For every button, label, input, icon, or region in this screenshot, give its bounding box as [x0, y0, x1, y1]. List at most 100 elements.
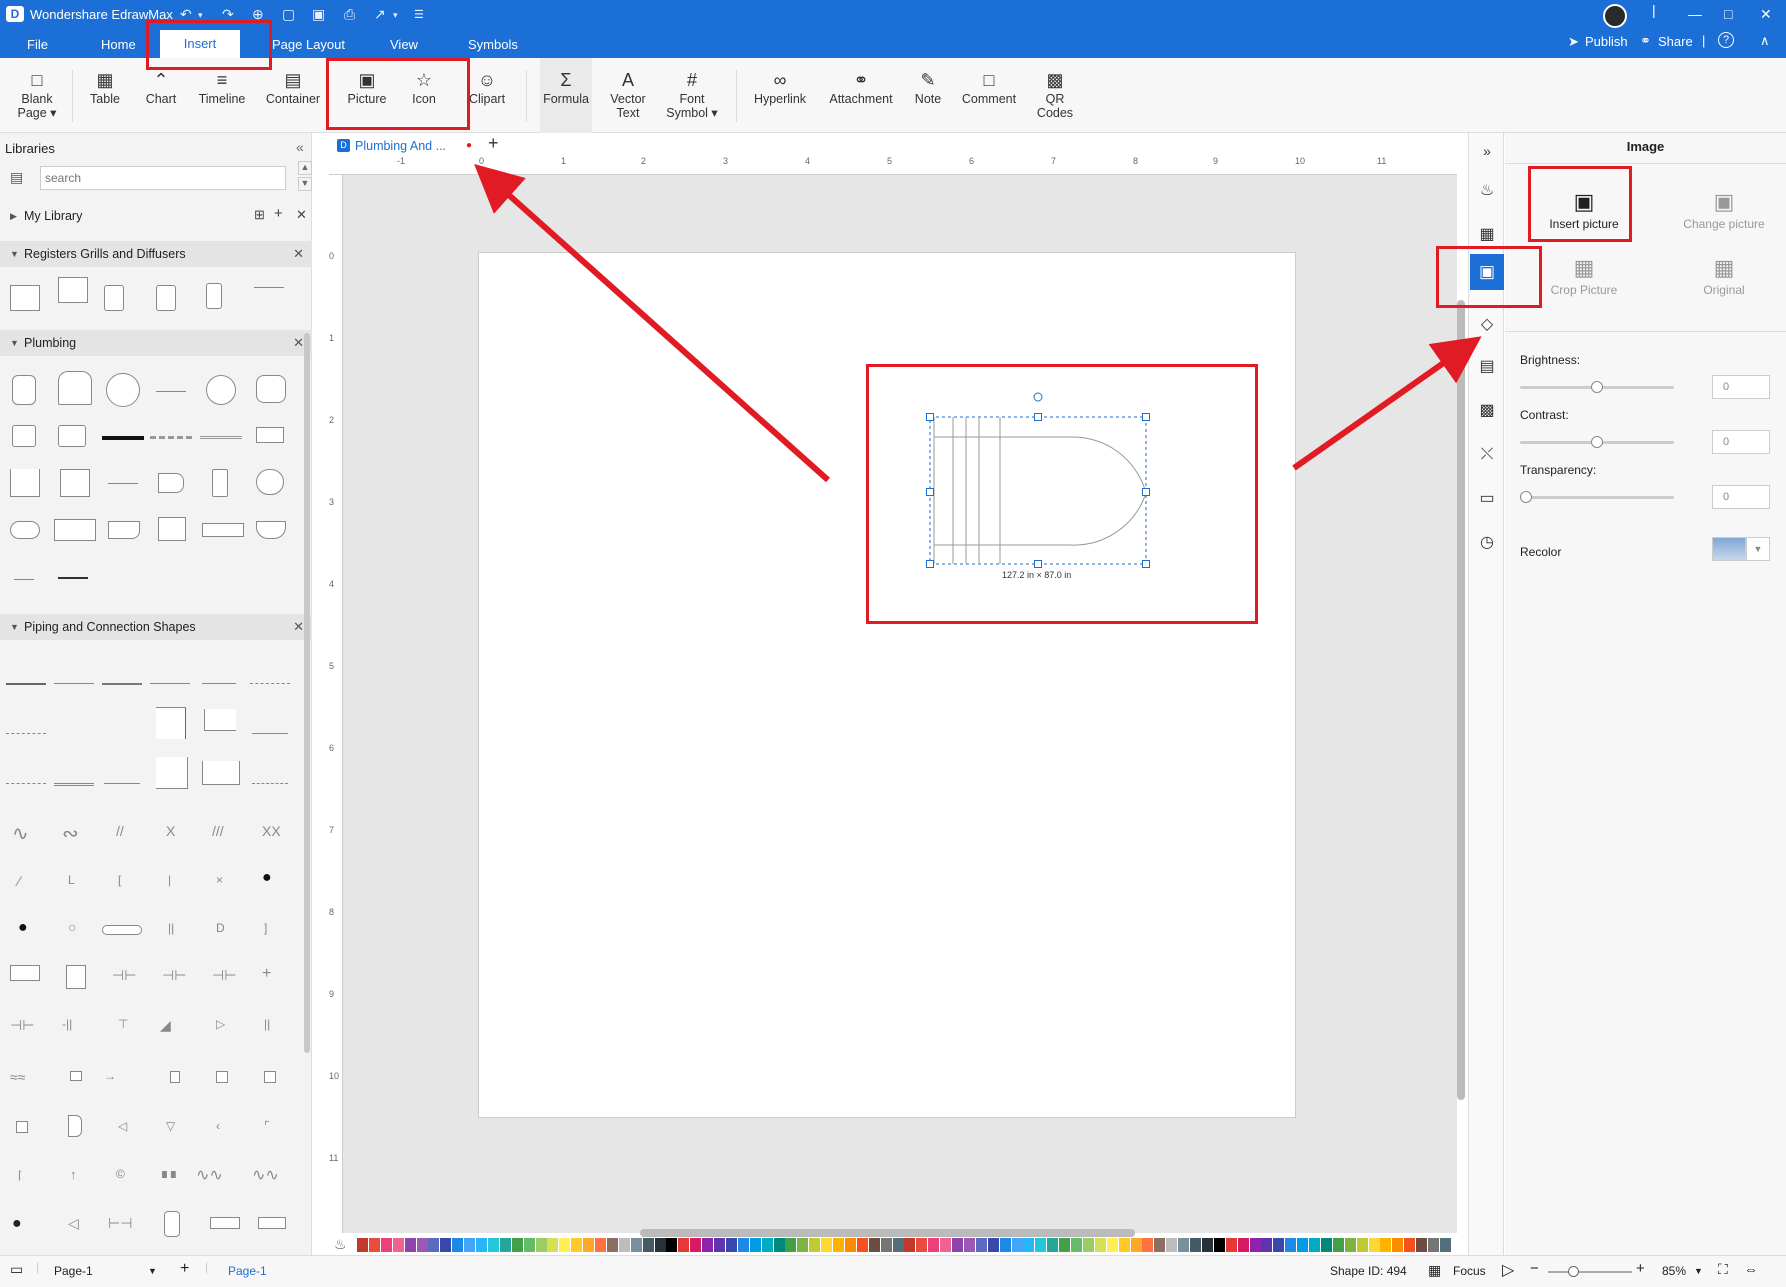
color-swatch[interactable]: [499, 1238, 511, 1252]
library-shape[interactable]: [258, 1217, 286, 1229]
resize-handle[interactable]: [1034, 560, 1042, 568]
print-icon[interactable]: ⎙: [344, 6, 355, 23]
color-swatch[interactable]: [928, 1238, 940, 1252]
color-swatch[interactable]: [1237, 1238, 1249, 1252]
color-swatch[interactable]: [1082, 1238, 1094, 1252]
library-shape[interactable]: [216, 1071, 228, 1083]
library-shape[interactable]: [16, 1121, 28, 1133]
zoom-level[interactable]: 85%: [1662, 1264, 1686, 1278]
customize-toolbar-icon[interactable]: ☰: [414, 8, 424, 21]
plug-icon[interactable]: ▷: [216, 1017, 225, 1031]
change-picture-button[interactable]: ▣ Change picture: [1669, 187, 1779, 231]
resize-handle[interactable]: [1142, 413, 1150, 421]
library-shape[interactable]: [108, 521, 140, 539]
horizontal-scrollbar[interactable]: [640, 1229, 1135, 1237]
color-swatch[interactable]: [595, 1238, 606, 1252]
library-shape[interactable]: [14, 579, 34, 580]
paint-bucket-icon[interactable]: ♨: [1475, 179, 1499, 203]
library-shape[interactable]: [10, 285, 40, 311]
search-box[interactable]: [40, 166, 286, 190]
layers-icon[interactable]: ◇: [1475, 313, 1499, 337]
library-shape[interactable]: [156, 285, 176, 311]
color-swatch[interactable]: [630, 1238, 642, 1252]
color-swatch[interactable]: [844, 1238, 856, 1252]
color-swatch[interactable]: [916, 1238, 928, 1252]
brightness-input[interactable]: 0: [1712, 375, 1770, 399]
library-shape[interactable]: [68, 1115, 82, 1137]
color-swatch[interactable]: [833, 1238, 844, 1252]
resize-handle[interactable]: [1142, 488, 1150, 496]
color-swatch[interactable]: [868, 1238, 880, 1252]
solid-dot-icon[interactable]: ●: [18, 919, 28, 937]
flange-icon[interactable]: ⊣⊢: [112, 967, 136, 984]
page-view-icon[interactable]: ▭: [10, 1261, 23, 1278]
color-swatch[interactable]: [523, 1238, 535, 1252]
library-shape[interactable]: [104, 285, 124, 311]
color-swatch[interactable]: [952, 1238, 963, 1252]
wedge-icon[interactable]: ◢: [160, 1017, 171, 1034]
color-swatch[interactable]: [1011, 1238, 1023, 1252]
menu-home[interactable]: Home: [101, 37, 136, 52]
menu-file[interactable]: File: [27, 37, 48, 52]
color-swatch[interactable]: [357, 1238, 368, 1252]
library-shape[interactable]: [212, 469, 228, 497]
crop-picture-button[interactable]: ▦ Crop Picture: [1529, 253, 1639, 297]
color-swatch[interactable]: [1035, 1238, 1047, 1252]
color-swatch[interactable]: [785, 1238, 797, 1252]
container-button[interactable]: ▤ Container: [264, 58, 322, 133]
coil-icon[interactable]: ∎∎: [160, 1165, 178, 1182]
color-swatch[interactable]: [535, 1238, 547, 1252]
original-button[interactable]: ▦ Original: [1669, 253, 1779, 297]
pump-icon[interactable]: ●: [12, 1215, 22, 1233]
arrow-pipe-icon[interactable]: →: [104, 1069, 116, 1083]
wave-pipe-icon[interactable]: ∿∿: [196, 1165, 223, 1185]
color-swatch[interactable]: [1059, 1238, 1071, 1252]
color-swatch[interactable]: [1225, 1238, 1237, 1252]
break-line-icon[interactable]: //: [116, 823, 124, 839]
bend-icon[interactable]: ⌈: [18, 1169, 22, 1182]
color-swatch[interactable]: [809, 1238, 821, 1252]
color-swatch[interactable]: [1166, 1238, 1178, 1252]
scroll-down-icon[interactable]: ▼: [298, 177, 312, 191]
color-swatch[interactable]: [797, 1238, 809, 1252]
library-shape[interactable]: [206, 375, 236, 405]
icon-button[interactable]: ☆ Icon: [404, 58, 444, 133]
contrast-slider-knob[interactable]: [1591, 436, 1603, 448]
color-swatch[interactable]: [963, 1238, 975, 1252]
color-swatch[interactable]: [571, 1238, 583, 1252]
tee-cross-icon[interactable]: +: [262, 965, 271, 983]
contrast-input[interactable]: 0: [1712, 430, 1770, 454]
zoom-out-icon[interactable]: −: [1530, 1260, 1539, 1277]
color-swatch[interactable]: [1344, 1238, 1356, 1252]
library-shape[interactable]: [252, 733, 288, 734]
focus-icon[interactable]: ▦: [1428, 1262, 1441, 1279]
menu-symbols[interactable]: Symbols: [468, 37, 518, 52]
user-avatar[interactable]: [1603, 4, 1627, 28]
library-shape[interactable]: [256, 375, 286, 403]
color-swatch[interactable]: [1380, 1238, 1392, 1252]
resize-handle[interactable]: [926, 413, 934, 421]
drawing-page[interactable]: [478, 252, 1296, 1118]
library-shape[interactable]: [54, 783, 94, 786]
library-shape[interactable]: [60, 469, 90, 497]
library-shape[interactable]: [58, 577, 88, 579]
formula-button[interactable]: Σ Formula: [540, 58, 592, 133]
help-icon[interactable]: ?: [1718, 32, 1734, 48]
library-shape[interactable]: [156, 707, 186, 739]
color-swatch[interactable]: [1416, 1238, 1428, 1252]
color-swatch[interactable]: [1071, 1238, 1082, 1252]
page-properties-icon[interactable]: ▤: [1475, 355, 1499, 379]
close-section-icon[interactable]: ✕: [293, 614, 304, 640]
open-folder-icon[interactable]: ▢: [282, 6, 295, 23]
color-swatch[interactable]: [1106, 1238, 1118, 1252]
library-shape[interactable]: [66, 965, 86, 989]
vertical-line-icon[interactable]: |: [168, 873, 171, 887]
color-swatch[interactable]: [1213, 1238, 1225, 1252]
color-palette[interactable]: [357, 1238, 1457, 1252]
color-swatch[interactable]: [714, 1238, 725, 1252]
fit-width-icon[interactable]: ⇔: [1744, 1261, 1758, 1277]
color-swatch[interactable]: [1130, 1238, 1142, 1252]
resize-handle[interactable]: [926, 560, 934, 568]
cross-point-icon[interactable]: ×: [216, 873, 223, 887]
color-swatch[interactable]: [511, 1238, 523, 1252]
